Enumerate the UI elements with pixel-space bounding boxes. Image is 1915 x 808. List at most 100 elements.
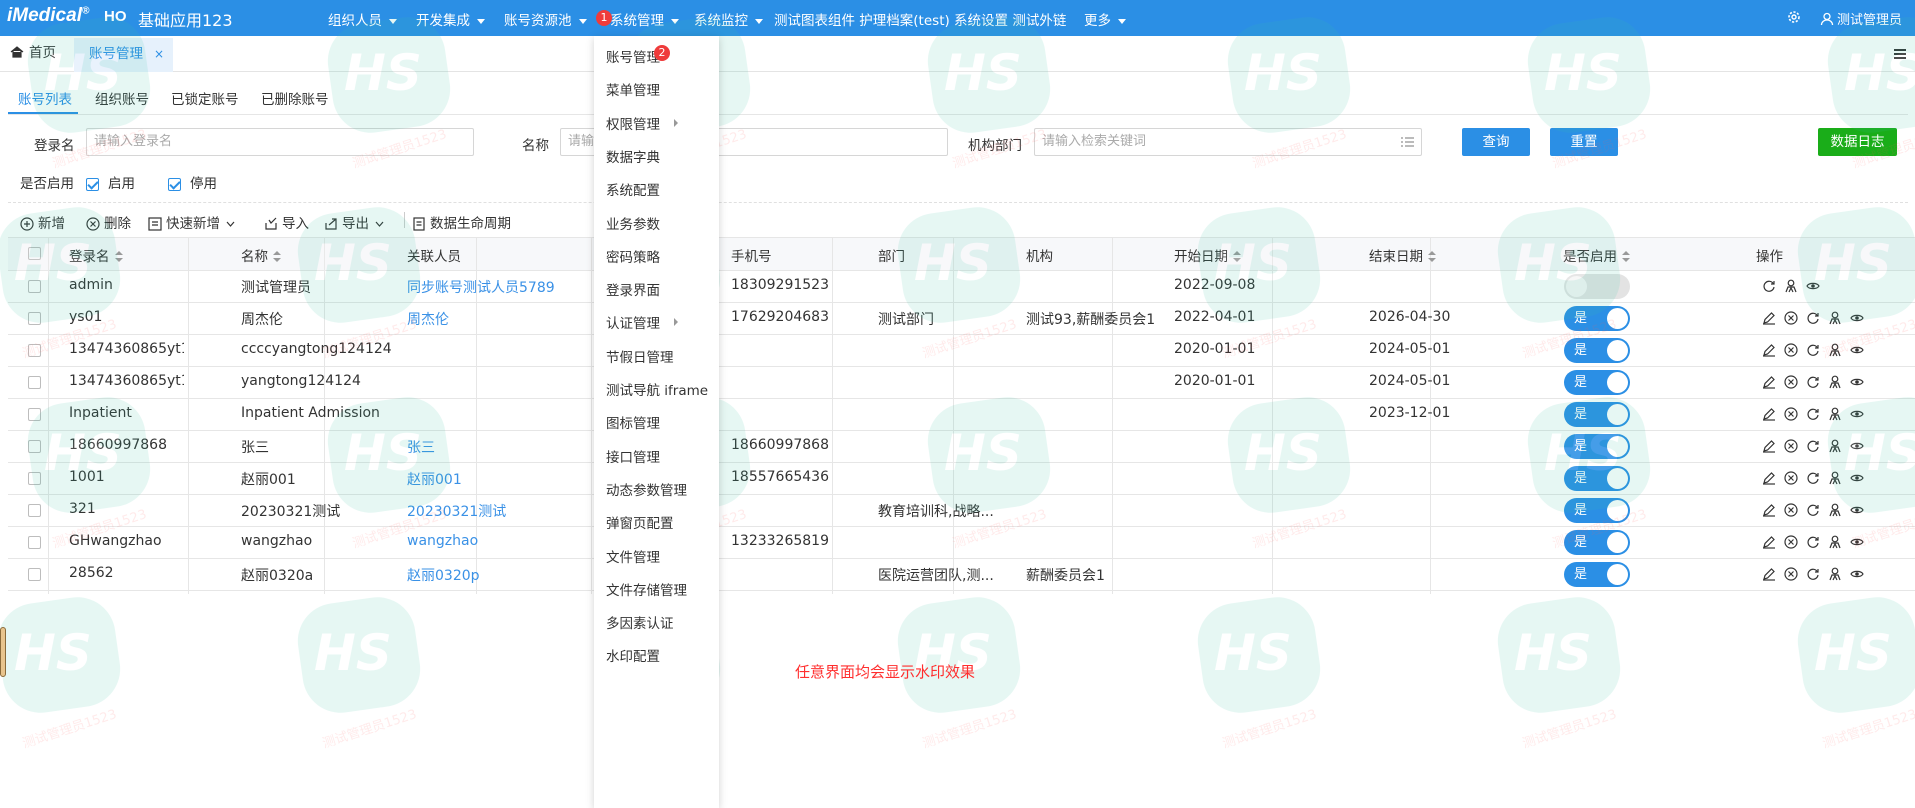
disable-icon[interactable] bbox=[1784, 375, 1798, 389]
reset-icon[interactable] bbox=[1806, 567, 1820, 581]
row-checkbox[interactable] bbox=[28, 408, 41, 421]
enabled-on-option[interactable]: 启用 bbox=[86, 172, 135, 192]
user-relation-icon[interactable] bbox=[1828, 535, 1842, 549]
th-login[interactable]: 登录名 bbox=[69, 245, 123, 265]
menu-item[interactable]: 文件管理 bbox=[606, 546, 660, 566]
edit-icon[interactable] bbox=[1762, 439, 1776, 453]
cell-linked[interactable]: 周杰伦 bbox=[407, 309, 582, 329]
enabled-toggle[interactable]: 是 bbox=[1564, 370, 1630, 395]
reset-button[interactable]: 重置 bbox=[1550, 128, 1618, 156]
disable-icon[interactable] bbox=[1784, 439, 1798, 453]
cell-linked[interactable]: 张三 bbox=[407, 437, 582, 457]
nav-more[interactable]: 更多 bbox=[1084, 9, 1126, 29]
menu-item[interactable]: 测试导航 iframe bbox=[606, 379, 708, 399]
subtab-locked-account[interactable]: 已锁定账号 bbox=[171, 88, 239, 108]
dept-input[interactable]: 请输入检索关键词 bbox=[1034, 128, 1422, 156]
row-checkbox[interactable] bbox=[28, 440, 41, 453]
delete-button[interactable]: 删除 bbox=[86, 212, 131, 232]
subtab-deleted-account[interactable]: 已删除账号 bbox=[261, 88, 329, 108]
menu-item[interactable]: 账号管理 bbox=[606, 46, 660, 66]
reset-icon[interactable] bbox=[1806, 407, 1820, 421]
user-relation-icon[interactable] bbox=[1828, 471, 1842, 485]
disable-icon[interactable] bbox=[1784, 535, 1798, 549]
th-start[interactable]: 开始日期 bbox=[1174, 245, 1241, 265]
menu-item[interactable]: 接口管理 bbox=[606, 446, 660, 466]
user-relation-icon[interactable] bbox=[1828, 311, 1842, 325]
enabled-toggle[interactable]: 是 bbox=[1564, 338, 1630, 363]
disable-icon[interactable] bbox=[1784, 343, 1798, 357]
menu-lines-icon[interactable] bbox=[1894, 49, 1906, 59]
edit-icon[interactable] bbox=[1762, 311, 1776, 325]
user-relation-icon[interactable] bbox=[1828, 407, 1842, 421]
scrollbar-handle[interactable] bbox=[0, 627, 6, 677]
menu-item[interactable]: 节假日管理 bbox=[606, 346, 674, 366]
view-icon[interactable] bbox=[1850, 567, 1864, 581]
reset-icon[interactable] bbox=[1806, 503, 1820, 517]
menu-item[interactable]: 多因素认证 bbox=[606, 612, 674, 632]
view-icon[interactable] bbox=[1850, 471, 1864, 485]
th-end[interactable]: 结束日期 bbox=[1369, 245, 1436, 265]
user-menu[interactable]: 测试管理员 bbox=[1820, 9, 1902, 28]
lifecycle-button[interactable]: 数据生命周期 bbox=[412, 212, 511, 232]
menu-item[interactable]: 文件存储管理 bbox=[606, 579, 687, 599]
reset-icon[interactable] bbox=[1806, 439, 1820, 453]
reset-icon[interactable] bbox=[1806, 535, 1820, 549]
disable-icon[interactable] bbox=[1784, 471, 1798, 485]
row-checkbox[interactable] bbox=[28, 280, 41, 293]
disable-icon[interactable] bbox=[1784, 567, 1798, 581]
reset-icon[interactable] bbox=[1806, 343, 1820, 357]
edit-icon[interactable] bbox=[1762, 535, 1776, 549]
view-icon[interactable] bbox=[1850, 439, 1864, 453]
nav-system[interactable]: 系统管理 bbox=[610, 9, 679, 29]
enabled-off-checkbox[interactable] bbox=[168, 177, 181, 191]
row-checkbox[interactable] bbox=[28, 568, 41, 581]
add-button[interactable]: 新增 bbox=[20, 212, 65, 232]
cell-linked[interactable]: 赵丽0320p bbox=[407, 565, 582, 585]
view-icon[interactable] bbox=[1850, 311, 1864, 325]
quick-add-button[interactable]: 快速新增 bbox=[148, 212, 239, 232]
close-icon[interactable]: × bbox=[154, 38, 164, 70]
menu-item[interactable]: 菜单管理 bbox=[606, 79, 660, 99]
subtab-account-list[interactable]: 账号列表 bbox=[18, 88, 72, 108]
menu-item[interactable]: 水印配置 bbox=[606, 645, 660, 665]
row-checkbox[interactable] bbox=[28, 504, 41, 517]
subtab-org-account[interactable]: 组织账号 bbox=[95, 88, 149, 108]
menu-item[interactable]: 弹窗页配置 bbox=[606, 512, 674, 532]
edit-icon[interactable] bbox=[1762, 343, 1776, 357]
row-checkbox[interactable] bbox=[28, 312, 41, 325]
th-name[interactable]: 名称 bbox=[241, 245, 281, 265]
row-checkbox[interactable] bbox=[28, 536, 41, 549]
user-relation-icon[interactable] bbox=[1828, 503, 1842, 517]
cell-linked[interactable]: 20230321测试 bbox=[407, 501, 582, 521]
menu-item[interactable]: 系统配置 bbox=[606, 179, 660, 199]
enabled-toggle[interactable]: 是 bbox=[1564, 562, 1630, 587]
nav-plain-links[interactable]: 测试图表组件 护理档案(test) 系统设置 测试外链 bbox=[774, 9, 1066, 29]
nav-pool[interactable]: 账号资源池 bbox=[504, 9, 587, 29]
nav-dev[interactable]: 开发集成 bbox=[416, 9, 485, 29]
user-relation-icon[interactable] bbox=[1828, 439, 1842, 453]
view-icon[interactable] bbox=[1850, 503, 1864, 517]
edit-icon[interactable] bbox=[1762, 407, 1776, 421]
import-button[interactable]: 导入 bbox=[264, 212, 309, 232]
th-enabled[interactable]: 是否启用 bbox=[1563, 245, 1630, 265]
enabled-toggle[interactable] bbox=[1564, 274, 1630, 299]
tab-account-mgmt[interactable]: 账号管理 × bbox=[74, 38, 173, 72]
cell-linked[interactable]: 同步账号测试人员5789 bbox=[407, 277, 582, 297]
edit-icon[interactable] bbox=[1762, 375, 1776, 389]
menu-item[interactable]: 图标管理 bbox=[606, 412, 660, 432]
nav-monitor[interactable]: 系统监控 bbox=[694, 9, 763, 29]
select-all-checkbox[interactable] bbox=[28, 247, 41, 260]
login-input[interactable]: 请输入登录名 bbox=[86, 128, 474, 156]
enabled-toggle[interactable]: 是 bbox=[1564, 498, 1630, 523]
nav-org[interactable]: 组织人员 bbox=[328, 9, 397, 29]
export-button[interactable]: 导出 bbox=[324, 212, 388, 232]
menu-item[interactable]: 密码策略 bbox=[606, 246, 660, 266]
row-checkbox[interactable] bbox=[28, 376, 41, 389]
view-icon[interactable] bbox=[1850, 535, 1864, 549]
disable-icon[interactable] bbox=[1784, 311, 1798, 325]
enabled-toggle[interactable]: 是 bbox=[1564, 402, 1630, 427]
user-relation-icon[interactable] bbox=[1784, 279, 1798, 293]
row-checkbox[interactable] bbox=[28, 344, 41, 357]
menu-item[interactable]: 动态参数管理 bbox=[606, 479, 687, 499]
user-relation-icon[interactable] bbox=[1828, 375, 1842, 389]
